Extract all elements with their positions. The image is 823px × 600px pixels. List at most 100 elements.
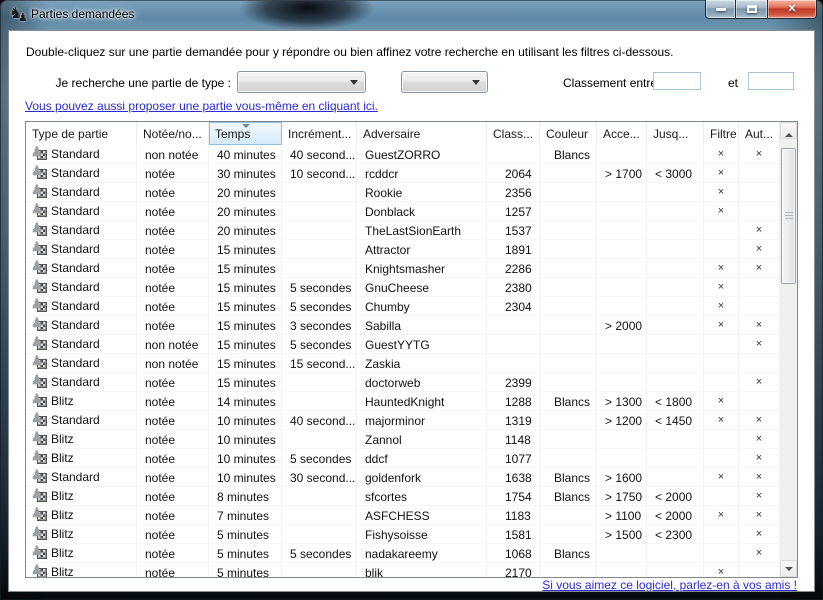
cell-filter: ×	[704, 563, 739, 577]
game-row[interactable]: ♟Standardnotée15 minutesdoctorweb2399×	[26, 373, 780, 392]
cell-adversary: ddcf	[357, 449, 487, 468]
cell-adversary: TheLastSionEarth	[357, 221, 487, 240]
column-header-color[interactable]: Couleur	[540, 122, 597, 145]
propose-game-link[interactable]: Vous pouvez aussi proposer une partie vo…	[25, 99, 378, 113]
column-header-adversary[interactable]: Adversaire	[357, 122, 487, 145]
game-row[interactable]: ♟Blitznotée14 minutesHauntedKnight1288Bl…	[26, 392, 780, 411]
game-row[interactable]: ♟Blitznotée5 minutesFishysoisse1581> 150…	[26, 525, 780, 544]
cell-rated: non notée	[137, 335, 209, 354]
cell-type: ♟Standard	[26, 278, 137, 297]
cell-color	[540, 278, 597, 297]
game-type-label: Standard	[51, 470, 100, 484]
cell-color: Blancs	[540, 392, 597, 411]
cell-type: ♟Standard	[26, 221, 137, 240]
sort-descending-icon	[242, 124, 250, 132]
column-header-label: Incrément...	[288, 127, 351, 141]
chevron-down-icon	[472, 80, 480, 89]
game-row[interactable]: ♟Standardnotée20 minutesDonblack1257×	[26, 202, 780, 221]
cell-type: ♟Standard	[26, 411, 137, 430]
chessboard-pawn-icon: ♟	[31, 413, 47, 427]
game-row[interactable]: ♟Blitznotée10 minutes5 secondesddcf1077×	[26, 449, 780, 468]
column-header-above[interactable]: Acce...	[597, 122, 647, 145]
cell-increment: 5 secondes	[282, 449, 357, 468]
game-row[interactable]: ♟Standardnotée20 minutesTheLastSionEarth…	[26, 221, 780, 240]
column-header-rated[interactable]: Notée/no...	[137, 122, 209, 145]
cell-increment: 40 second...	[282, 145, 357, 164]
game-type-label: Standard	[51, 337, 100, 351]
cell-type: ♟Standard	[26, 202, 137, 221]
scroll-up-button[interactable]	[780, 122, 797, 139]
game-row[interactable]: ♟Blitznotée8 minutessfcortes1754Blancs> …	[26, 487, 780, 506]
cell-filter: ×	[704, 316, 739, 335]
cell-auto: ×	[739, 335, 780, 354]
cell-type: ♟Blitz	[26, 544, 137, 563]
column-header-below[interactable]: Jusq...	[647, 122, 704, 145]
secondary-filter-dropdown[interactable]	[401, 71, 488, 93]
cell-rated: notée	[137, 449, 209, 468]
chessboard-pawn-icon: ♟	[31, 299, 47, 313]
vertical-scrollbar[interactable]	[780, 122, 797, 577]
game-type-label: Blitz	[51, 451, 74, 465]
share-link[interactable]: Si vous aimez ce logiciel, parlez-en à v…	[542, 578, 797, 592]
game-row[interactable]: ♟Standardnon notée40 minutes40 second...…	[26, 145, 780, 164]
cell-type: ♟Blitz	[26, 563, 137, 577]
game-type-dropdown[interactable]	[237, 71, 366, 93]
column-header-auto[interactable]: Aut...	[739, 122, 780, 145]
game-row[interactable]: ♟Blitznotée5 minutes5 secondesnadakareem…	[26, 544, 780, 563]
scroll-down-button[interactable]	[780, 560, 797, 577]
cell-time: 15 minutes	[209, 316, 282, 335]
cell-above	[597, 202, 647, 221]
cell-type: ♟Standard	[26, 240, 137, 259]
cell-adversary: GuestZORRO	[357, 145, 487, 164]
game-row[interactable]: ♟Standardnotée15 minutes3 secondesSabill…	[26, 316, 780, 335]
game-row[interactable]: ♟Standardnotée15 minutesKnightsmasher228…	[26, 259, 780, 278]
game-row[interactable]: ♟Standardnotée20 minutesRookie2356×	[26, 183, 780, 202]
close-button[interactable]: ✕	[768, 0, 817, 19]
minimize-button[interactable]	[705, 0, 736, 19]
cell-increment	[282, 525, 357, 544]
game-row[interactable]: ♟Standardnotée15 minutesAttractor1891×	[26, 240, 780, 259]
game-row[interactable]: ♟Blitznotée7 minutesASFCHESS1183> 1100< …	[26, 506, 780, 525]
game-row[interactable]: ♟Standardnon notée15 minutes5 secondesGu…	[26, 335, 780, 354]
column-header-time[interactable]: Temps	[209, 122, 282, 145]
cell-below	[647, 221, 704, 240]
game-row[interactable]: ♟Standardnotée10 minutes40 second...majo…	[26, 411, 780, 430]
rating-min-input[interactable]	[653, 72, 701, 90]
cell-time: 15 minutes	[209, 297, 282, 316]
cell-above	[597, 145, 647, 164]
game-row[interactable]: ♟Standardnon notée15 minutes15 second...…	[26, 354, 780, 373]
column-header-increment[interactable]: Incrément...	[282, 122, 357, 145]
pawn-icon: ♟	[31, 525, 43, 540]
minimize-icon	[716, 8, 726, 11]
rating-max-input[interactable]	[748, 72, 794, 90]
game-row[interactable]: ♟Blitznotée10 minutesZannol1148×	[26, 430, 780, 449]
cell-auto	[739, 164, 780, 183]
cell-rating: 1319	[487, 411, 540, 430]
scrollbar-grip-icon	[785, 212, 793, 220]
cell-adversary: rcddcr	[357, 164, 487, 183]
pawn-icon: ♟	[31, 335, 43, 350]
game-row[interactable]: ♟Standardnotée10 minutes30 second...gold…	[26, 468, 780, 487]
game-row[interactable]: ♟Standardnotée30 minutes10 second...rcdd…	[26, 164, 780, 183]
scrollbar-thumb[interactable]	[781, 148, 796, 284]
cell-type: ♟ Standard	[26, 335, 137, 354]
maximize-button[interactable]	[736, 0, 768, 19]
game-row[interactable]: ♟Standardnotée15 minutes5 secondesChumby…	[26, 297, 780, 316]
game-row[interactable]: ♟Standardnotée15 minutes5 secondesGnuChe…	[26, 278, 780, 297]
column-header-filter[interactable]: Filtre	[704, 122, 739, 145]
game-type-label: Standard	[51, 223, 100, 237]
cell-time: 15 minutes	[209, 354, 282, 373]
column-header-rating[interactable]: Class...	[487, 122, 540, 145]
cell-increment: 30 second...	[282, 468, 357, 487]
titlebar[interactable]: ♞♟ Parties demandées ✕	[0, 0, 823, 30]
cell-below: < 2000	[647, 506, 704, 525]
game-row[interactable]: ♟Blitznotée5 minutesblik2170×	[26, 563, 780, 577]
pawn-icon: ♟	[31, 487, 43, 502]
column-header-type[interactable]: Type de partie	[26, 122, 137, 145]
cell-adversary: goldenfork	[357, 468, 487, 487]
cell-filter: ×	[704, 468, 739, 487]
cell-time: 5 minutes	[209, 544, 282, 563]
game-type-label: Blitz	[51, 527, 74, 541]
game-type-label: Blitz	[51, 565, 74, 577]
cell-increment: 3 secondes	[282, 316, 357, 335]
